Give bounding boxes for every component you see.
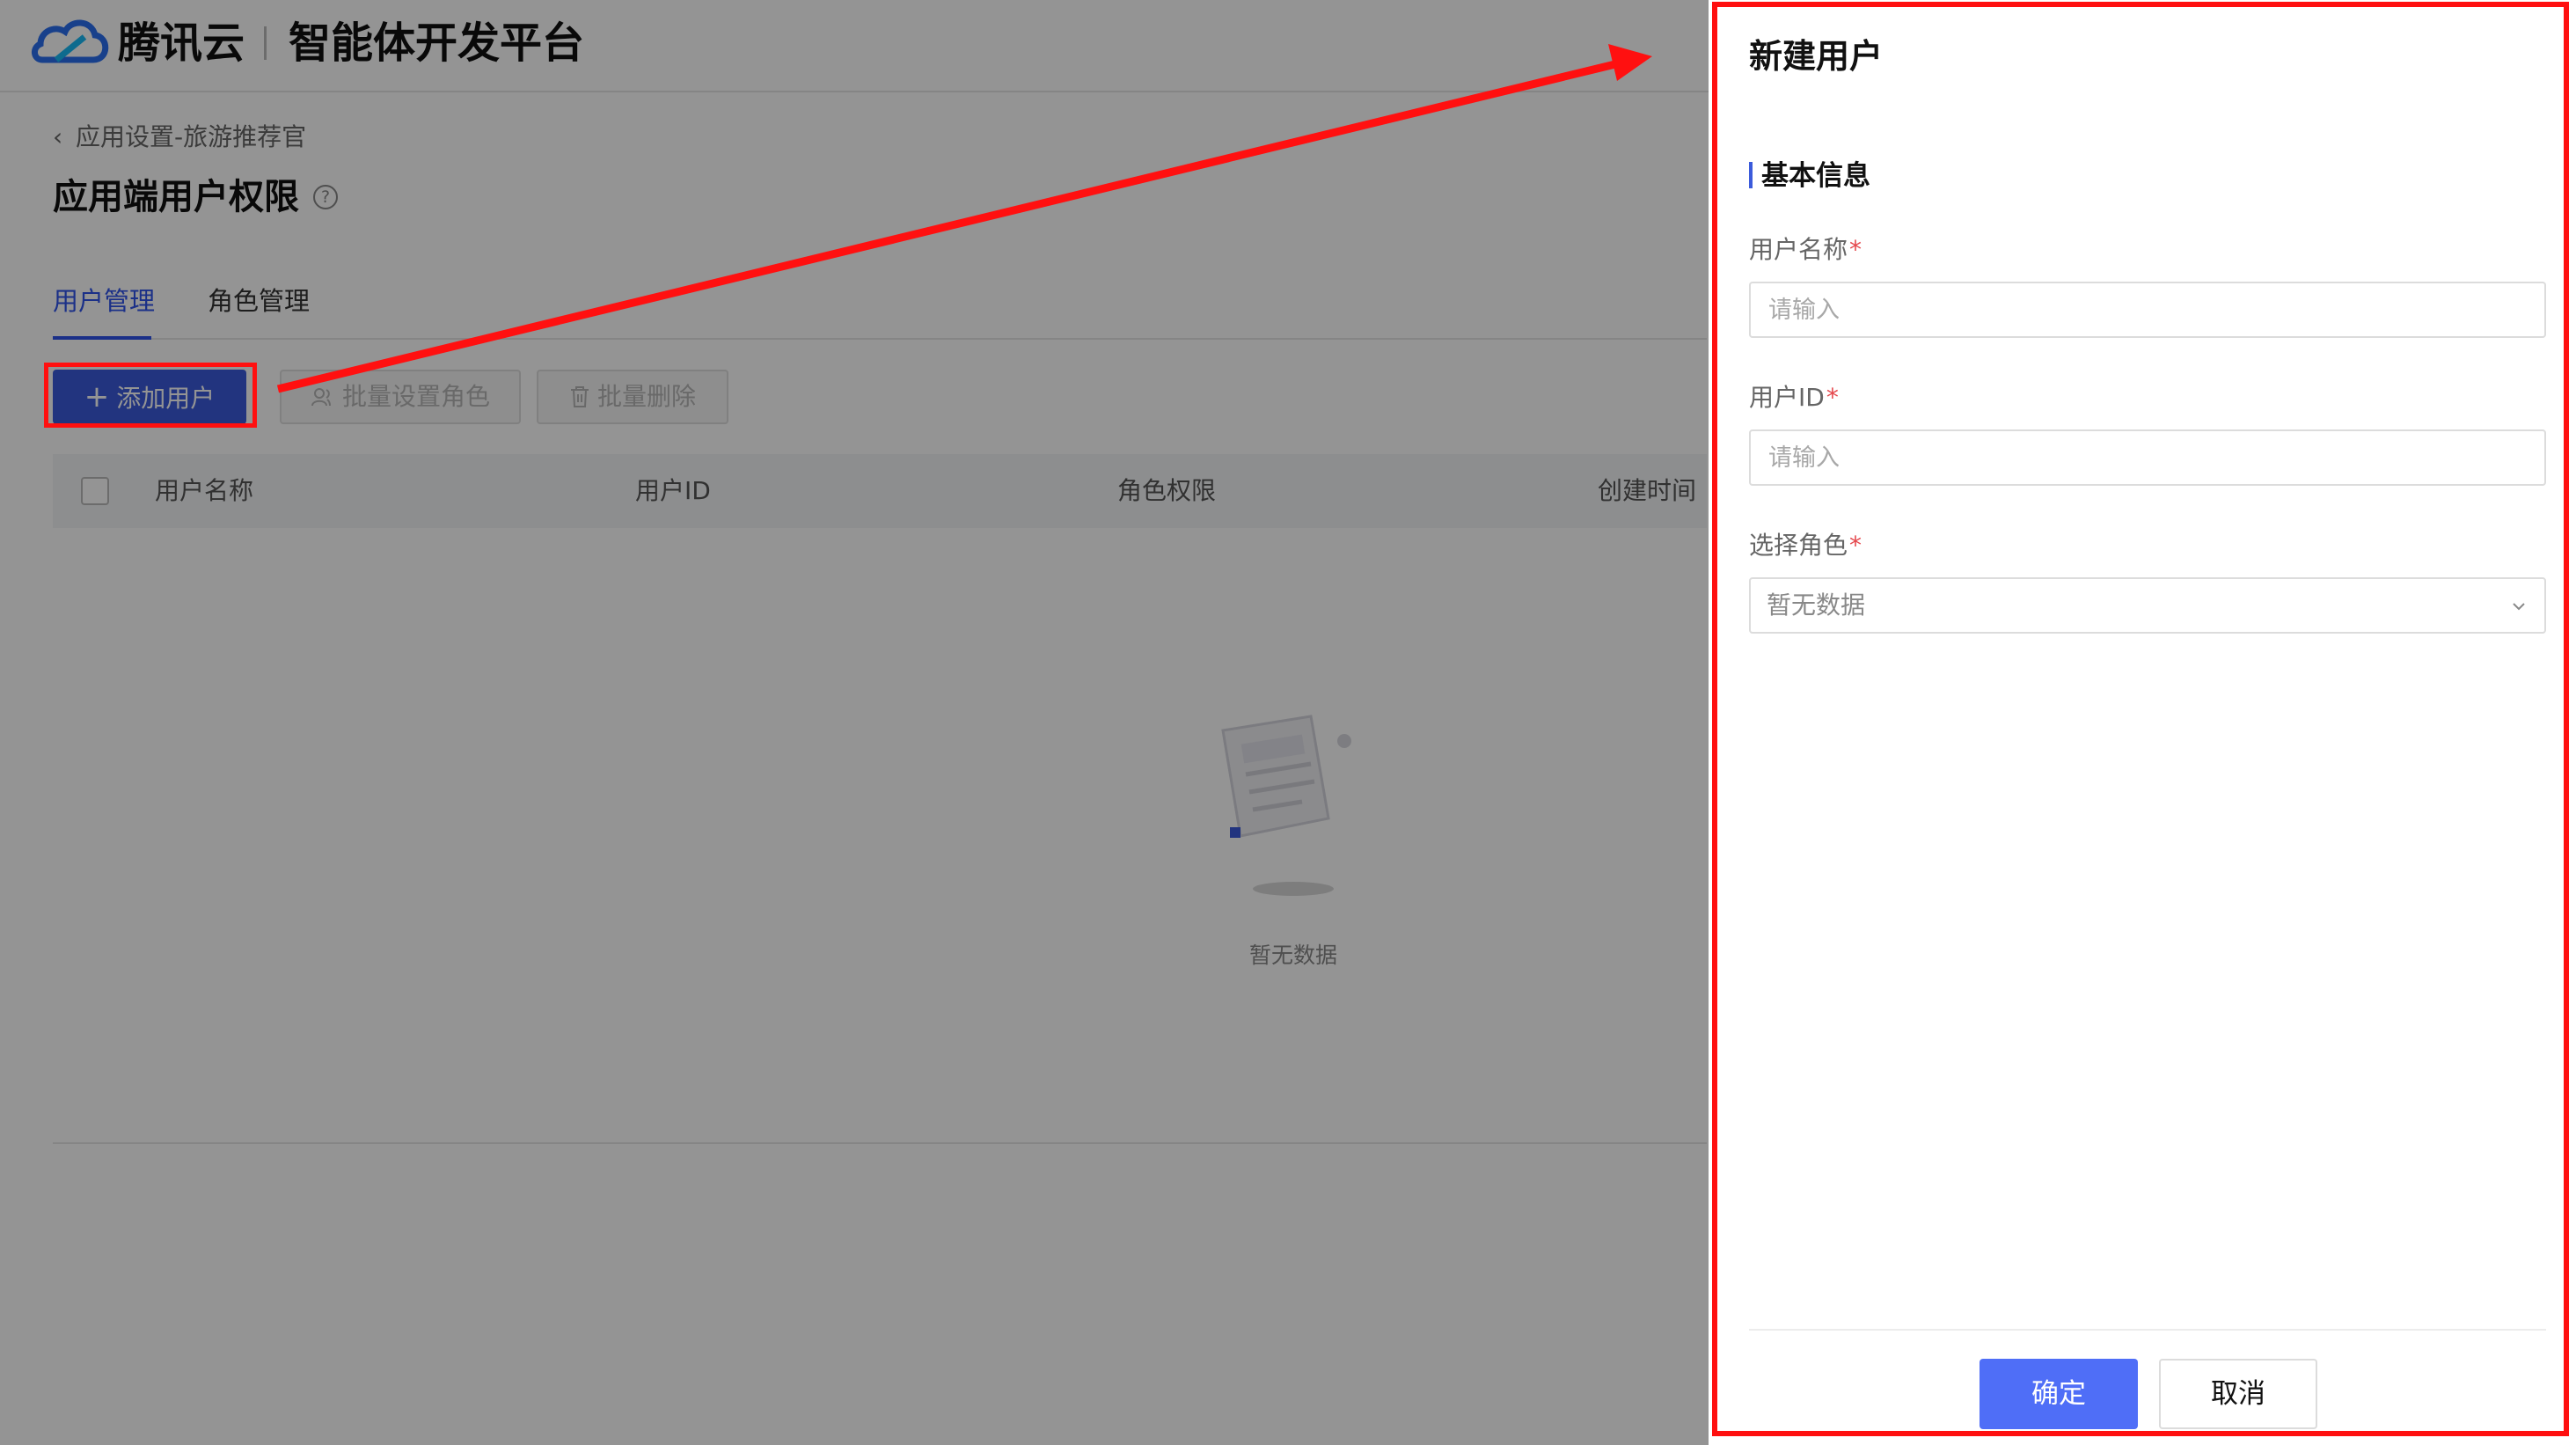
annotation-arrow-icon	[276, 44, 1652, 393]
